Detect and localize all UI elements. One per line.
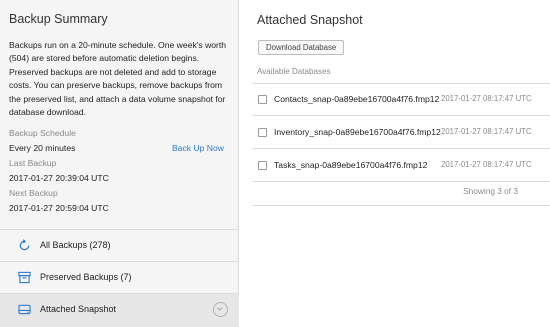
back-up-now-link[interactable]: Back Up Now <box>172 143 224 153</box>
next-backup-label: Next Backup <box>9 188 58 198</box>
showing-count: Showing 3 of 3 <box>463 186 518 196</box>
database-name: Inventory_snap-0a89ebe16700a4f76.fmp12 <box>274 127 441 137</box>
database-date: 2017-01-27 08:17:47 UTC <box>441 94 532 103</box>
chevron-down-icon[interactable] <box>213 302 228 317</box>
pagination-status: Showing 3 of 3 <box>252 186 550 206</box>
available-databases-label: Available Databases <box>257 67 331 76</box>
summary-description: Backups run on a 20-minute schedule. One… <box>9 40 227 118</box>
schedule-value: Every 20 minutes <box>9 143 76 153</box>
table-row[interactable]: Inventory_snap-0a89ebe16700a4f76.fmp12 2… <box>252 117 550 149</box>
snapshot-title: Attached Snapshot <box>257 13 363 27</box>
database-name: Contacts_snap-0a89ebe16700a4f76.fmp12 <box>274 94 440 104</box>
nav-item-all-backups[interactable]: All Backups (278) <box>0 229 239 261</box>
table-row[interactable]: Contacts_snap-0a89ebe16700a4f76.fmp12 20… <box>252 84 550 116</box>
attached-snapshot-panel: Attached Snapshot Download Database Avai… <box>240 0 550 327</box>
table-row[interactable]: Tasks_snap-0a89ebe16700a4f76.fmp12 2017-… <box>252 150 550 182</box>
nav-item-preserved-backups[interactable]: Preserved Backups (7) <box>0 261 239 293</box>
nav-item-label: Preserved Backups (7) <box>40 272 132 282</box>
nav-item-label: All Backups (278) <box>40 240 111 250</box>
last-backup-value: 2017-01-27 20:39:04 UTC <box>9 173 109 183</box>
archive-box-icon <box>18 271 31 284</box>
database-name: Tasks_snap-0a89ebe16700a4f76.fmp12 <box>274 160 428 170</box>
refresh-icon <box>19 239 30 251</box>
disk-drive-icon <box>18 304 31 315</box>
database-date: 2017-01-27 08:17:47 UTC <box>441 160 532 169</box>
row-checkbox[interactable] <box>258 95 267 104</box>
row-checkbox[interactable] <box>258 161 267 170</box>
nav-item-attached-snapshot[interactable]: Attached Snapshot <box>0 293 239 327</box>
database-date: 2017-01-27 08:17:47 UTC <box>441 127 532 136</box>
next-backup-value: 2017-01-27 20:59:04 UTC <box>9 203 109 213</box>
row-checkbox[interactable] <box>258 128 267 137</box>
panel-title: Backup Summary <box>9 12 108 26</box>
nav-item-label: Attached Snapshot <box>40 304 117 314</box>
last-backup-label: Last Backup <box>9 158 57 168</box>
schedule-label: Backup Schedule <box>9 128 76 138</box>
backup-summary-panel: Backup Summary Backups run on a 20-minut… <box>0 0 239 327</box>
download-database-button[interactable]: Download Database <box>258 40 345 55</box>
